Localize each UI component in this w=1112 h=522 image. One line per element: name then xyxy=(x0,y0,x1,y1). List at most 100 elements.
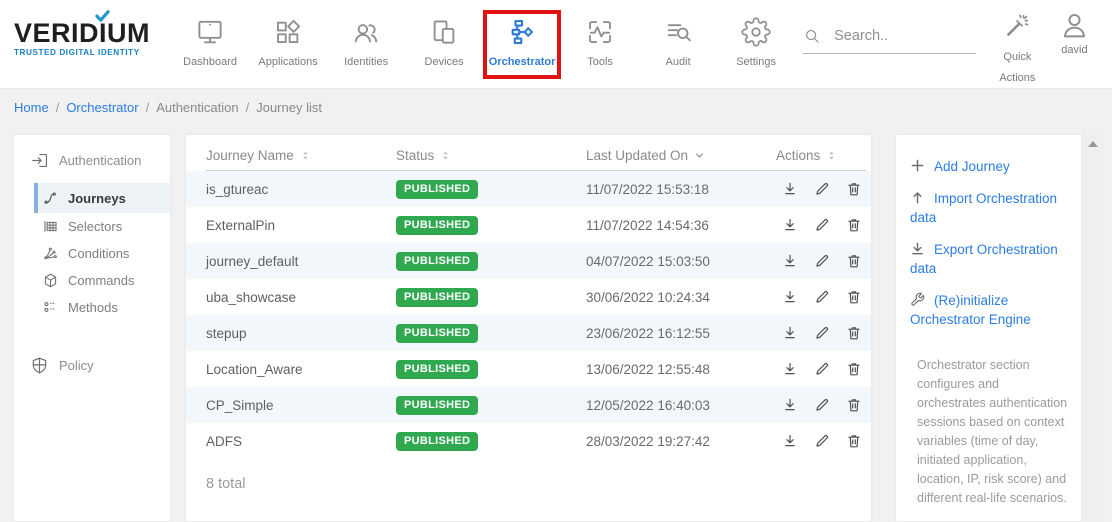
delete-icon[interactable] xyxy=(846,289,862,305)
quick-actions-label: Quick Actions xyxy=(993,47,1041,90)
applications-icon xyxy=(273,17,303,47)
table-row: stepup PUBLISHED 23/06/2022 16:12:55 xyxy=(186,315,871,351)
download-icon[interactable] xyxy=(782,361,798,377)
sidebar-item-label: Journeys xyxy=(68,191,126,206)
nav-item-devices[interactable]: Devices xyxy=(405,12,483,79)
wand-icon xyxy=(1003,12,1031,40)
settings-icon xyxy=(741,17,771,47)
table-row: uba_showcase PUBLISHED 30/06/2022 10:24:… xyxy=(186,279,871,315)
nav-label: Tools xyxy=(587,56,613,68)
last-updated: 23/06/2022 16:12:55 xyxy=(586,326,776,341)
last-updated: 12/05/2022 16:40:03 xyxy=(586,398,776,413)
last-updated: 11/07/2022 14:54:36 xyxy=(586,218,776,233)
edit-icon[interactable] xyxy=(814,433,830,449)
tools-icon xyxy=(585,17,615,47)
breadcrumb-orchestrator[interactable]: Orchestrator xyxy=(66,100,138,115)
status-badge: PUBLISHED xyxy=(396,216,478,235)
delete-icon[interactable] xyxy=(846,181,862,197)
delete-icon[interactable] xyxy=(846,433,862,449)
column-header-status[interactable]: Status xyxy=(396,148,586,163)
brand-wordmark: VERIDIUM xyxy=(14,20,171,47)
chevron-down-icon xyxy=(694,150,705,161)
edit-icon[interactable] xyxy=(814,361,830,377)
sidebar-item-selectors[interactable]: Selectors xyxy=(34,213,170,240)
sidebar-item-conditions[interactable]: Conditions xyxy=(34,240,170,267)
search-input[interactable] xyxy=(834,28,964,44)
main-nav: Dashboard Applications Identities Device… xyxy=(171,12,795,79)
sidebar-item-methods[interactable]: Methods xyxy=(34,294,170,321)
status-badge: PUBLISHED xyxy=(396,432,478,451)
journeys-icon xyxy=(42,190,59,207)
sidebar-section-label: Policy xyxy=(59,358,94,373)
download-icon[interactable] xyxy=(782,289,798,305)
breadcrumb-home[interactable]: Home xyxy=(14,100,49,115)
export-orchestration-button[interactable]: Export Orchestration data xyxy=(910,240,1069,278)
sidebar-section-policy[interactable]: Policy xyxy=(14,340,170,375)
edit-icon[interactable] xyxy=(814,397,830,413)
sidebar-items: Journeys Selectors Conditions Commands M… xyxy=(34,183,170,321)
sidebar-item-label: Commands xyxy=(68,273,134,288)
status-badge: PUBLISHED xyxy=(396,396,478,415)
nav-item-settings[interactable]: Settings xyxy=(717,12,795,79)
edit-icon[interactable] xyxy=(814,253,830,269)
nav-item-audit[interactable]: Audit xyxy=(639,12,717,79)
edit-icon[interactable] xyxy=(814,325,830,341)
journey-name: journey_default xyxy=(206,254,396,269)
download-icon[interactable] xyxy=(782,181,798,197)
scroll-up-arrow[interactable] xyxy=(1088,141,1098,147)
content-area: Authentication Journeys Selectors Condit… xyxy=(0,126,1112,521)
delete-icon[interactable] xyxy=(846,325,862,341)
nav-item-tools[interactable]: Tools xyxy=(561,12,639,79)
nav-item-dashboard[interactable]: Dashboard xyxy=(171,12,249,79)
edit-icon[interactable] xyxy=(814,289,830,305)
column-header-last-updated[interactable]: Last Updated On xyxy=(586,148,776,163)
nav-item-identities[interactable]: Identities xyxy=(327,12,405,79)
shield-icon xyxy=(30,356,49,375)
download-icon[interactable] xyxy=(782,217,798,233)
download-icon[interactable] xyxy=(782,325,798,341)
delete-icon[interactable] xyxy=(846,217,862,233)
delete-icon[interactable] xyxy=(846,361,862,377)
delete-icon[interactable] xyxy=(846,253,862,269)
identities-icon xyxy=(351,17,381,47)
edit-icon[interactable] xyxy=(814,217,830,233)
quick-actions-button[interactable]: Quick Actions xyxy=(990,12,1045,90)
breadcrumb-separator: / xyxy=(246,100,250,115)
sort-icon xyxy=(826,149,837,162)
journey-name: CP_Simple xyxy=(206,398,396,413)
table-row: is_gtureac PUBLISHED 11/07/2022 15:53:18 xyxy=(186,171,871,207)
user-menu[interactable]: david xyxy=(1051,10,1098,56)
breadcrumb-journey-list: Journey list xyxy=(256,100,322,115)
sidebar-item-commands[interactable]: Commands xyxy=(34,267,170,294)
nav-item-orchestrator[interactable]: Orchestrator xyxy=(483,10,561,79)
nav-item-applications[interactable]: Applications xyxy=(249,12,327,79)
edit-icon[interactable] xyxy=(814,181,830,197)
add-journey-button[interactable]: Add Journey xyxy=(910,157,1069,176)
login-icon xyxy=(30,151,49,170)
download-icon[interactable] xyxy=(782,433,798,449)
download-icon[interactable] xyxy=(782,397,798,413)
top-navbar: VERIDIUM TRUSTED DIGITAL IDENTITY Dashbo… xyxy=(0,0,1112,89)
sidebar-section-authentication[interactable]: Authentication xyxy=(14,135,170,170)
reinitialize-engine-button[interactable]: (Re)initialize Orchestrator Engine xyxy=(910,291,1069,329)
journeys-table: Journey Name Status Last Updated On Acti… xyxy=(186,135,871,521)
veridium-logo[interactable]: VERIDIUM TRUSTED DIGITAL IDENTITY xyxy=(14,20,171,57)
table-row: ExternalPin PUBLISHED 11/07/2022 14:54:3… xyxy=(186,207,871,243)
import-orchestration-button[interactable]: Import Orchestration data xyxy=(910,189,1069,227)
status-badge: PUBLISHED xyxy=(396,324,478,343)
status-badge: PUBLISHED xyxy=(396,180,478,199)
journey-name: uba_showcase xyxy=(206,290,396,305)
status-badge: PUBLISHED xyxy=(396,252,478,271)
last-updated: 13/06/2022 12:55:48 xyxy=(586,362,776,377)
search-box[interactable] xyxy=(803,18,976,54)
upload-icon xyxy=(910,190,925,205)
download-icon[interactable] xyxy=(782,253,798,269)
column-header-journey-name[interactable]: Journey Name xyxy=(206,148,396,163)
column-header-actions[interactable]: Actions xyxy=(776,148,866,163)
nav-label: Audit xyxy=(666,56,691,68)
delete-icon[interactable] xyxy=(846,397,862,413)
sidebar: Authentication Journeys Selectors Condit… xyxy=(14,135,170,521)
wrench-icon xyxy=(910,292,925,307)
sidebar-item-journeys[interactable]: Journeys xyxy=(34,183,170,213)
scrollbar[interactable] xyxy=(1082,128,1104,522)
